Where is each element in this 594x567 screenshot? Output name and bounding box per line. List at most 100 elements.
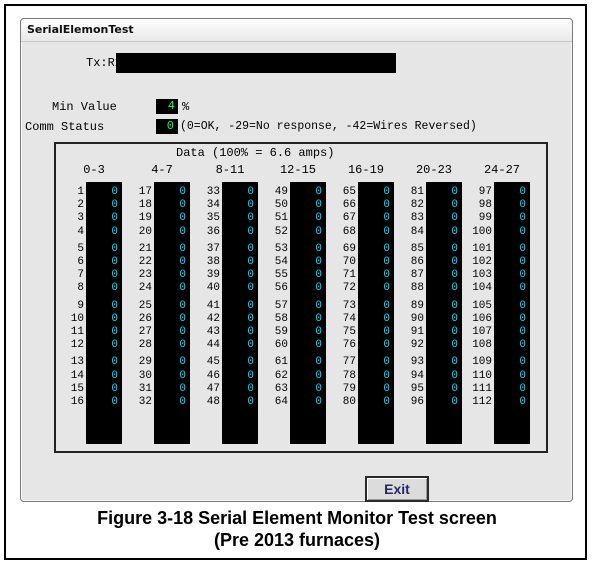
element-value: 0 [111,382,118,395]
element-value: 0 [315,339,322,352]
element-value: 0 [179,256,186,268]
element-value: 0 [179,242,186,255]
element-number: 26 [138,312,152,325]
element-value: 0 [315,199,322,212]
element-number: 22 [138,256,152,268]
element-number: 89 [410,299,424,312]
element-cell: 89 0 [402,300,462,313]
element-cell: 43 0 [198,326,258,339]
element-cell: 31 0 [130,383,190,396]
element-value: 0 [383,339,390,352]
element-value: 0 [383,356,390,369]
window-title: SerialElemonTest [27,23,134,36]
element-value: 0 [383,269,390,282]
element-number: 95 [410,382,424,395]
element-number: 99 [478,212,492,225]
element-cell: 103 0 [470,269,530,282]
title-bar: SerialElemonTest [21,19,572,42]
element-value: 0 [247,396,254,408]
element-number: 65 [342,186,356,198]
element-value: 0 [179,326,186,338]
element-cell: 91 0 [402,326,462,339]
element-value: 0 [451,369,458,382]
element-number: 64 [274,396,288,408]
element-number: 112 [472,396,492,408]
element-cell: 14 0 [62,370,122,383]
element-cell: 75 0 [334,326,394,339]
element-cell: 84 0 [402,226,462,239]
element-value: 0 [179,312,186,325]
element-cell: 76 0 [334,339,394,352]
comm-status-field: 0 [156,119,178,134]
element-number: 97 [478,186,492,198]
element-number: 11 [70,326,84,338]
element-value: 0 [383,225,390,238]
element-value: 0 [111,339,118,352]
element-cell: 46 0 [198,370,258,383]
element-value: 0 [519,212,526,225]
element-value: 0 [315,312,322,325]
element-value: 0 [451,356,458,369]
exit-button[interactable]: Exit [365,476,429,502]
element-cell: 110 0 [470,370,530,383]
element-number: 41 [206,299,220,312]
element-number: 13 [70,356,84,369]
element-number: 38 [206,256,220,268]
element-cell: 67 0 [334,212,394,225]
element-cell: 22 0 [130,256,190,269]
element-cell: 74 0 [334,313,394,326]
element-cell: 106 0 [470,313,530,326]
element-cell: 88 0 [402,282,462,295]
element-cell: 96 0 [402,396,462,409]
element-cell: 102 0 [470,256,530,269]
element-value: 0 [179,186,186,198]
element-value: 0 [247,339,254,352]
min-value-field[interactable]: 4 [156,99,178,114]
element-cell: 19 0 [130,212,190,225]
element-number: 44 [206,339,220,352]
element-cell: 86 0 [402,256,462,269]
element-cell: 57 0 [266,300,326,313]
element-number: 59 [274,326,288,338]
element-value: 0 [315,369,322,382]
element-value: 0 [451,382,458,395]
element-value: 0 [315,299,322,312]
element-cell: 61 0 [266,356,326,369]
element-number: 5 [77,242,84,255]
element-value: 0 [519,256,526,268]
element-value: 0 [315,382,322,395]
figure-caption: Figure 3-18 Serial Element Monitor Test … [0,507,594,551]
element-number: 53 [274,242,288,255]
element-cell: 20 0 [130,226,190,239]
element-number: 93 [410,356,424,369]
element-cell: 36 0 [198,226,258,239]
element-cell: 40 [62,226,122,239]
data-column-1: 17 0 18 0 19 0 20 0 21 0 22 0 23 0 24 0 25 0 26 0 27 0 28 0 29 0 3… [130,182,190,444]
element-cell: 13 0 [62,356,122,369]
data-panel-title: Data (100% = 6.6 amps) [176,146,335,160]
element-value: 0 [519,312,526,325]
element-number: 61 [274,356,288,369]
element-value: 0 [315,282,322,295]
element-value: 0 [111,269,118,282]
element-number: 85 [410,242,424,255]
element-number: 67 [342,212,356,225]
element-cell: 92 0 [402,339,462,352]
element-number: 105 [472,299,492,312]
element-cell: 90 0 [402,313,462,326]
element-value: 0 [111,282,118,295]
element-number: 71 [342,269,356,282]
element-cell: 87 0 [402,269,462,282]
element-number: 56 [274,282,288,295]
element-number: 84 [410,225,424,238]
range-header-1: 4-7 [151,163,173,177]
element-value: 0 [111,225,118,238]
element-number: 100 [472,225,492,238]
serial-elemon-window: SerialElemonTest Tx:Rx Min Value 4 % Com… [20,18,573,502]
element-cell: 80 [62,282,122,295]
element-number: 9 [77,299,84,312]
element-number: 35 [206,212,220,225]
element-number: 47 [206,382,220,395]
element-cell: 12 0 [62,339,122,352]
element-value: 0 [451,256,458,268]
